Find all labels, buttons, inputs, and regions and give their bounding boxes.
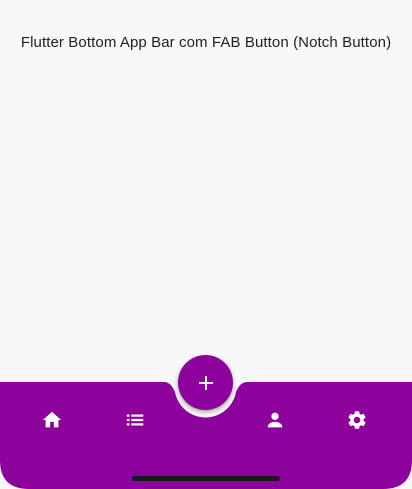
nav-home-button[interactable] — [36, 404, 68, 436]
home-icon — [42, 411, 62, 428]
add-fab-button[interactable] — [178, 355, 233, 410]
nav-list-button[interactable] — [119, 404, 151, 436]
page-title: Flutter Bottom App Bar com FAB Button (N… — [20, 34, 392, 51]
home-indicator[interactable] — [132, 476, 280, 481]
gear-icon — [348, 411, 366, 429]
person-icon — [267, 412, 283, 428]
nav-settings-button[interactable] — [341, 404, 373, 436]
app-screen: Flutter Bottom App Bar com FAB Button (N… — [0, 0, 412, 489]
plus-icon — [198, 375, 213, 390]
nav-profile-button[interactable] — [259, 404, 291, 436]
list-icon — [126, 414, 144, 426]
